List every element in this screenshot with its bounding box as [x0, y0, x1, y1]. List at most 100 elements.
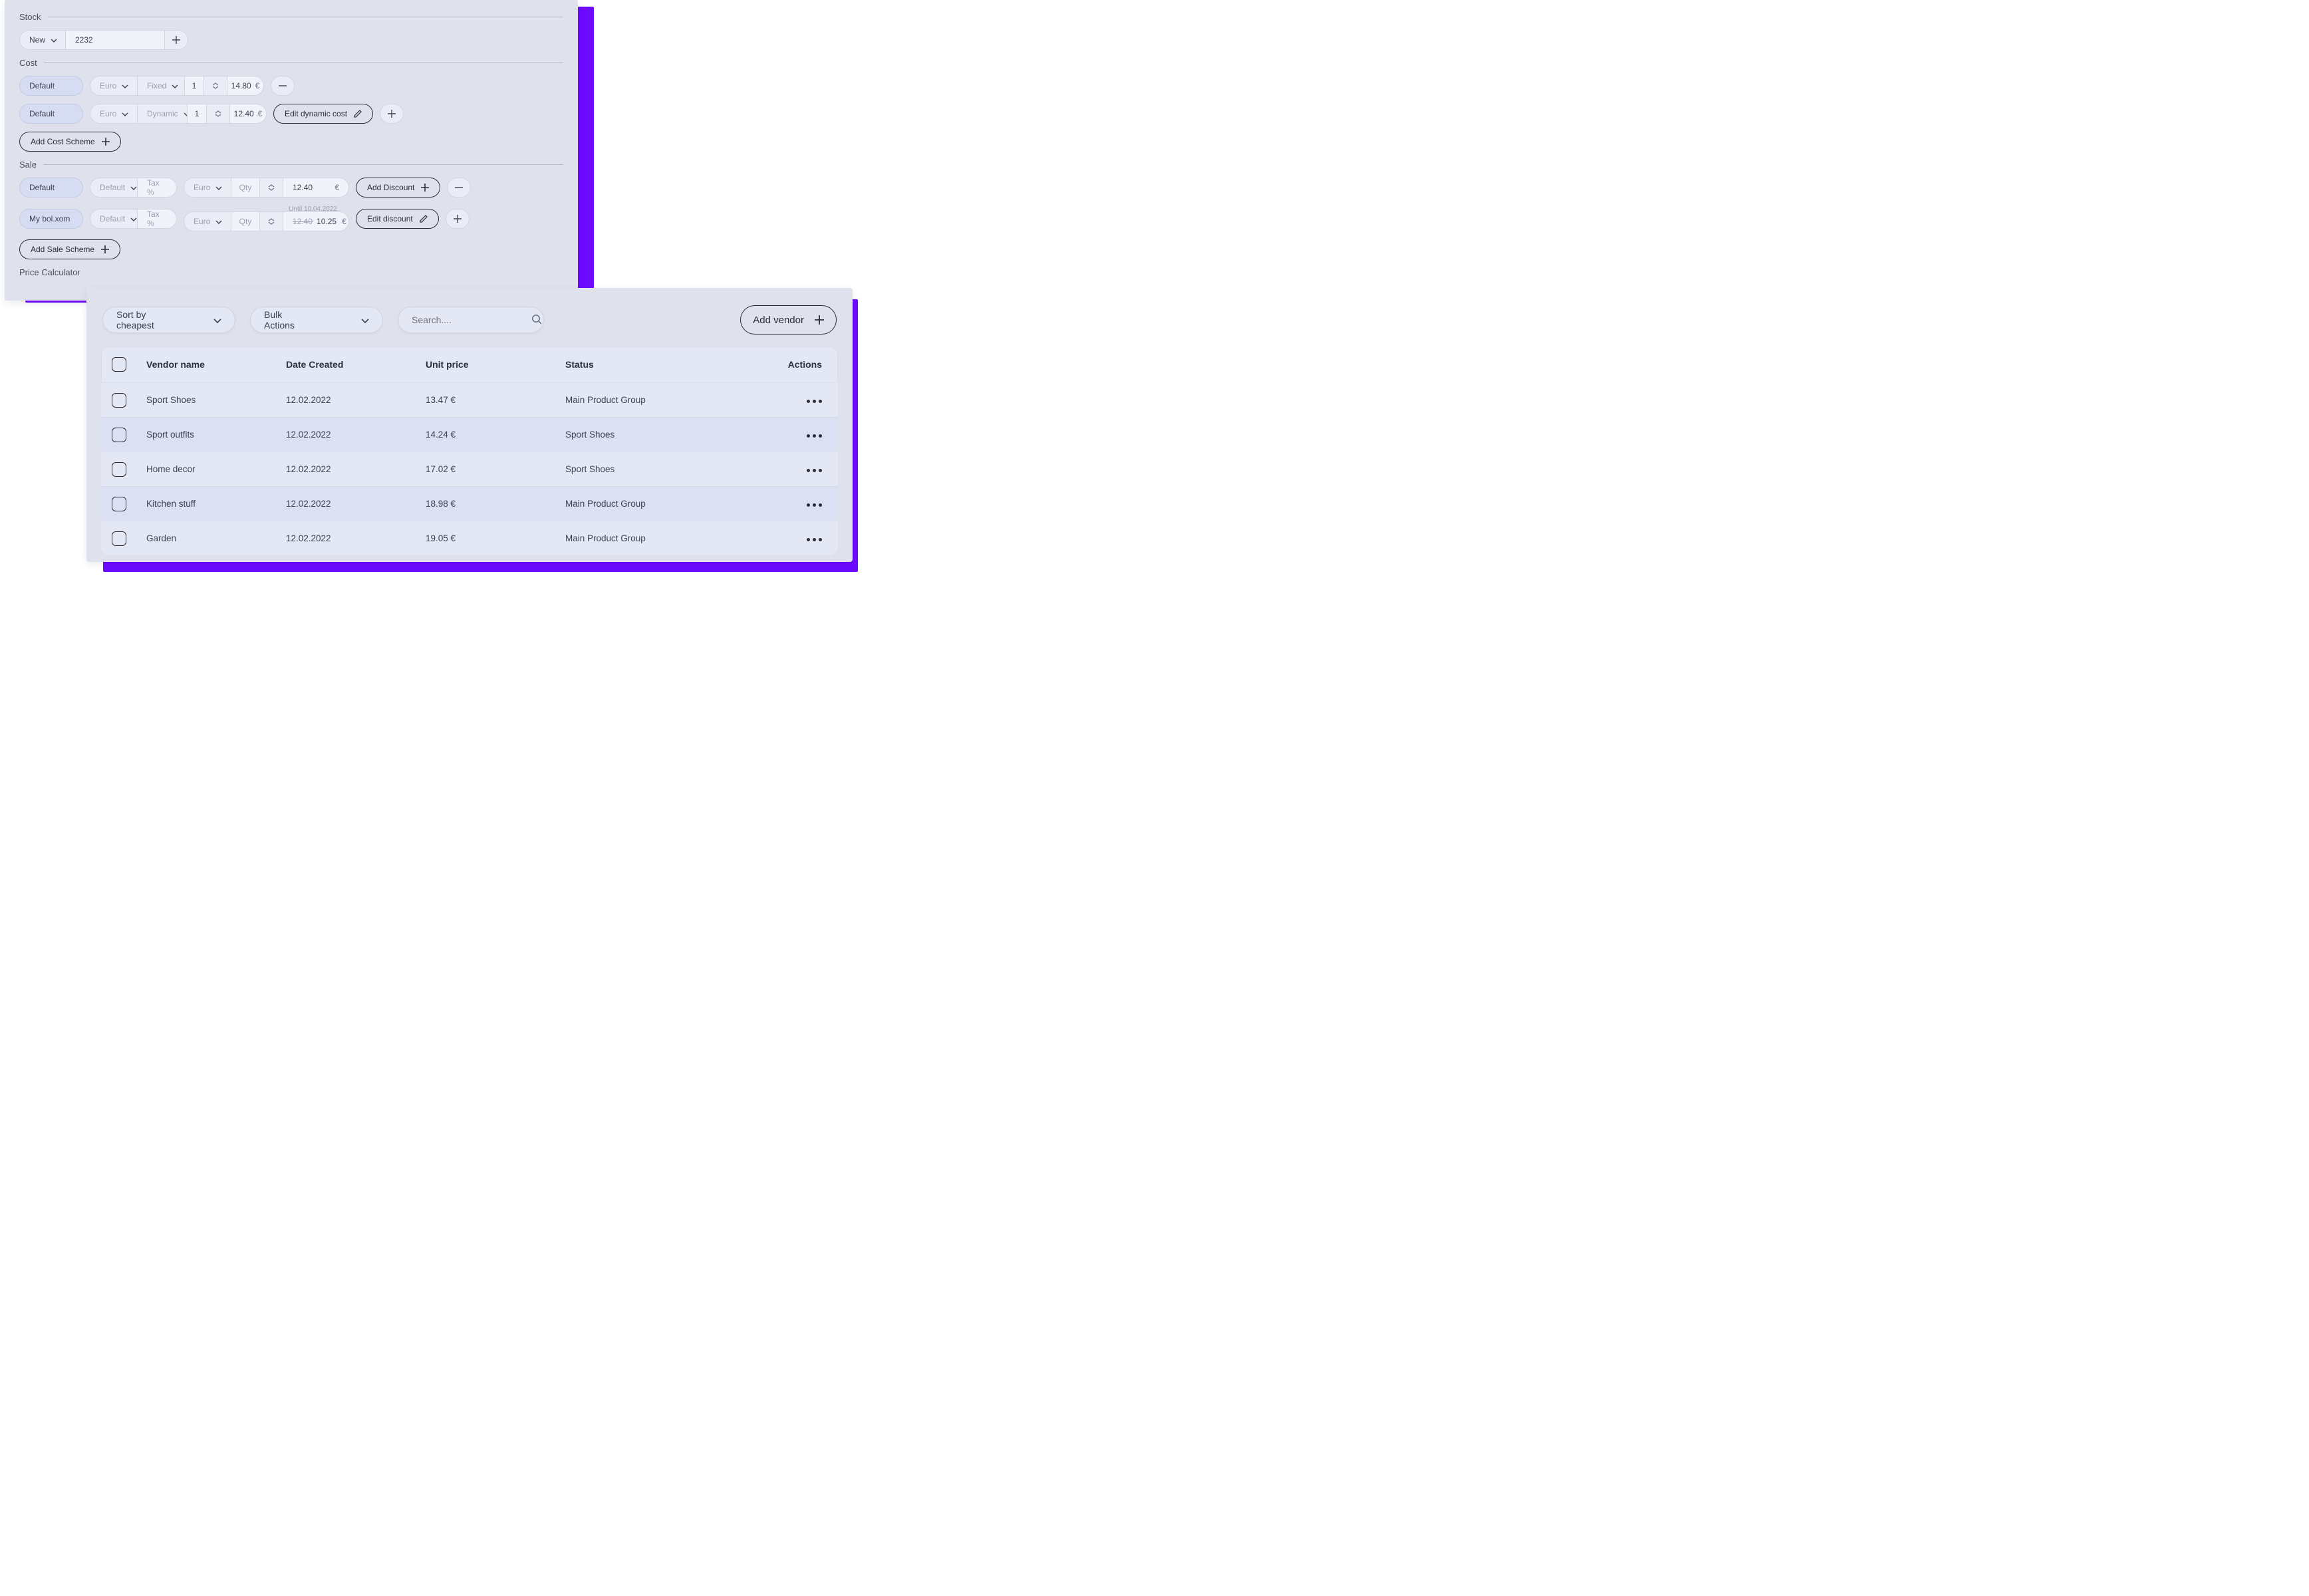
sale-price-input[interactable]: 12.4010.25 € — [283, 211, 349, 231]
row-checkbox[interactable] — [112, 462, 126, 477]
price-discounted: 10.25 — [317, 217, 337, 226]
cost-price-input[interactable]: 14.80 € — [227, 76, 264, 96]
divider — [43, 164, 563, 165]
table-row: Home decor12.02.202217.02 €Sport Shoes — [101, 452, 838, 486]
edit-discount-button[interactable]: Edit discount — [356, 209, 439, 229]
plus-icon — [454, 215, 462, 223]
table-row: Kitchen stuff12.02.202218.98 €Main Produ… — [101, 486, 838, 521]
sort-select[interactable]: Sort by cheapest — [102, 307, 235, 333]
sale-currency-select[interactable]: Euro — [184, 211, 231, 231]
sale-price-input[interactable]: 12.40 € — [283, 178, 349, 198]
cell-date: 12.02.2022 — [286, 533, 426, 543]
cell-status: Sport Shoes — [565, 430, 771, 440]
chevron-down-icon — [215, 114, 221, 117]
row-actions-button[interactable] — [807, 469, 822, 472]
plus-icon — [421, 184, 429, 192]
cell-price: 14.24 € — [426, 430, 565, 440]
remove-cost-row-button[interactable] — [271, 76, 295, 96]
plus-icon — [101, 245, 109, 253]
cost-scheme-chip[interactable]: Default — [19, 104, 83, 124]
cell-price: 18.98 € — [426, 499, 565, 509]
table-row: Sport Shoes12.02.202213.47 €Main Product… — [101, 382, 838, 417]
cost-currency-select[interactable]: Euro — [90, 76, 138, 96]
cost-qty-input[interactable]: 1 — [187, 104, 207, 124]
row-checkbox[interactable] — [112, 531, 126, 546]
cell-vendor: Home decor — [146, 464, 286, 474]
sale-scheme-chip[interactable]: Default — [19, 178, 83, 198]
row-actions-button[interactable] — [807, 538, 822, 541]
search-field[interactable] — [412, 315, 505, 325]
sale-scheme-chip[interactable]: My bol.xom — [19, 209, 83, 229]
row-actions-button[interactable] — [807, 400, 822, 403]
col-status: Status — [565, 359, 771, 370]
stock-quantity-input[interactable]: 2232 — [65, 30, 165, 50]
plus-icon — [102, 138, 110, 146]
sale-tax-input[interactable]: Tax % — [137, 209, 177, 229]
stock-section-head: Stock — [19, 12, 563, 22]
qty-stepper[interactable] — [259, 178, 283, 198]
pencil-icon — [354, 110, 362, 118]
plus-icon — [172, 36, 180, 44]
minus-icon — [279, 85, 287, 86]
add-cost-row-button[interactable] — [380, 104, 404, 124]
sale-taxgroup-select[interactable]: Default — [90, 178, 138, 198]
select-all-checkbox[interactable] — [112, 357, 126, 372]
cell-vendor: Sport outfits — [146, 430, 286, 440]
chevron-down-icon — [215, 183, 222, 192]
row-actions-button[interactable] — [807, 434, 822, 438]
cost-qty-input[interactable]: 1 — [184, 76, 204, 96]
edit-dynamic-cost-button[interactable]: Edit dynamic cost — [273, 104, 373, 124]
row-actions-button[interactable] — [807, 503, 822, 507]
cost-currency-select[interactable]: Euro — [90, 104, 138, 124]
qty-stepper[interactable] — [259, 211, 283, 231]
add-cost-scheme-button[interactable]: Add Cost Scheme — [19, 132, 121, 152]
chevron-down-icon — [130, 214, 137, 223]
add-sale-row-button[interactable] — [446, 209, 470, 229]
sale-currency-select[interactable]: Euro — [184, 178, 231, 198]
cell-status: Sport Shoes — [565, 464, 771, 474]
add-sale-scheme-button[interactable]: Add Sale Scheme — [19, 239, 120, 259]
search-input[interactable] — [398, 307, 544, 333]
calculator-heading: Price Calculator — [19, 267, 80, 277]
cost-row: Default Euro Fixed 1 14.80 € — [19, 76, 563, 96]
pencil-icon — [420, 215, 428, 223]
cost-mode-select[interactable]: Dynamic — [137, 104, 188, 124]
row-checkbox[interactable] — [112, 428, 126, 442]
chevron-down-icon — [51, 35, 57, 45]
sale-heading: Sale — [19, 160, 37, 170]
sale-taxgroup-select[interactable]: Default — [90, 209, 138, 229]
row-checkbox[interactable] — [112, 393, 126, 408]
add-vendor-button[interactable]: Add vendor — [740, 305, 837, 334]
vendor-panel: Sort by cheapest Bulk Actions Add vendor… — [86, 288, 853, 562]
cell-date: 12.02.2022 — [286, 395, 426, 405]
sale-qty-input[interactable]: Qty — [231, 211, 260, 231]
cell-price: 19.05 € — [426, 533, 565, 543]
cell-status: Main Product Group — [565, 533, 771, 543]
cost-mode-select[interactable]: Fixed — [137, 76, 185, 96]
sale-tax-input[interactable]: Tax % — [137, 178, 177, 198]
table-row: Garden12.02.202219.05 €Main Product Grou… — [101, 521, 838, 555]
cell-date: 12.02.2022 — [286, 464, 426, 474]
cell-date: 12.02.2022 — [286, 430, 426, 440]
cell-price: 13.47 € — [426, 395, 565, 405]
qty-stepper[interactable] — [206, 104, 230, 124]
chevron-down-icon — [122, 109, 128, 118]
sale-qty-input[interactable]: Qty — [231, 178, 260, 198]
price-original: 12.40 — [293, 217, 313, 226]
search-icon — [531, 314, 542, 327]
cost-price-input[interactable]: 12.40 € — [229, 104, 267, 124]
sale-row: Default Default Tax % Euro Qty — [19, 178, 563, 198]
chevron-down-icon — [213, 315, 221, 325]
add-discount-button[interactable]: Add Discount — [356, 178, 440, 198]
chevron-down-icon — [172, 81, 178, 90]
cell-vendor: Sport Shoes — [146, 395, 286, 405]
sale-row: My bol.xom Default Tax % Until 10.04.202… — [19, 205, 563, 231]
cost-heading: Cost — [19, 58, 37, 68]
bulk-actions-select[interactable]: Bulk Actions — [250, 307, 383, 333]
remove-sale-row-button[interactable] — [447, 178, 471, 198]
qty-stepper[interactable] — [204, 76, 227, 96]
row-checkbox[interactable] — [112, 497, 126, 511]
cost-scheme-chip[interactable]: Default — [19, 76, 83, 96]
stock-condition-select[interactable]: New — [19, 30, 66, 50]
stock-add-button[interactable] — [164, 30, 188, 50]
